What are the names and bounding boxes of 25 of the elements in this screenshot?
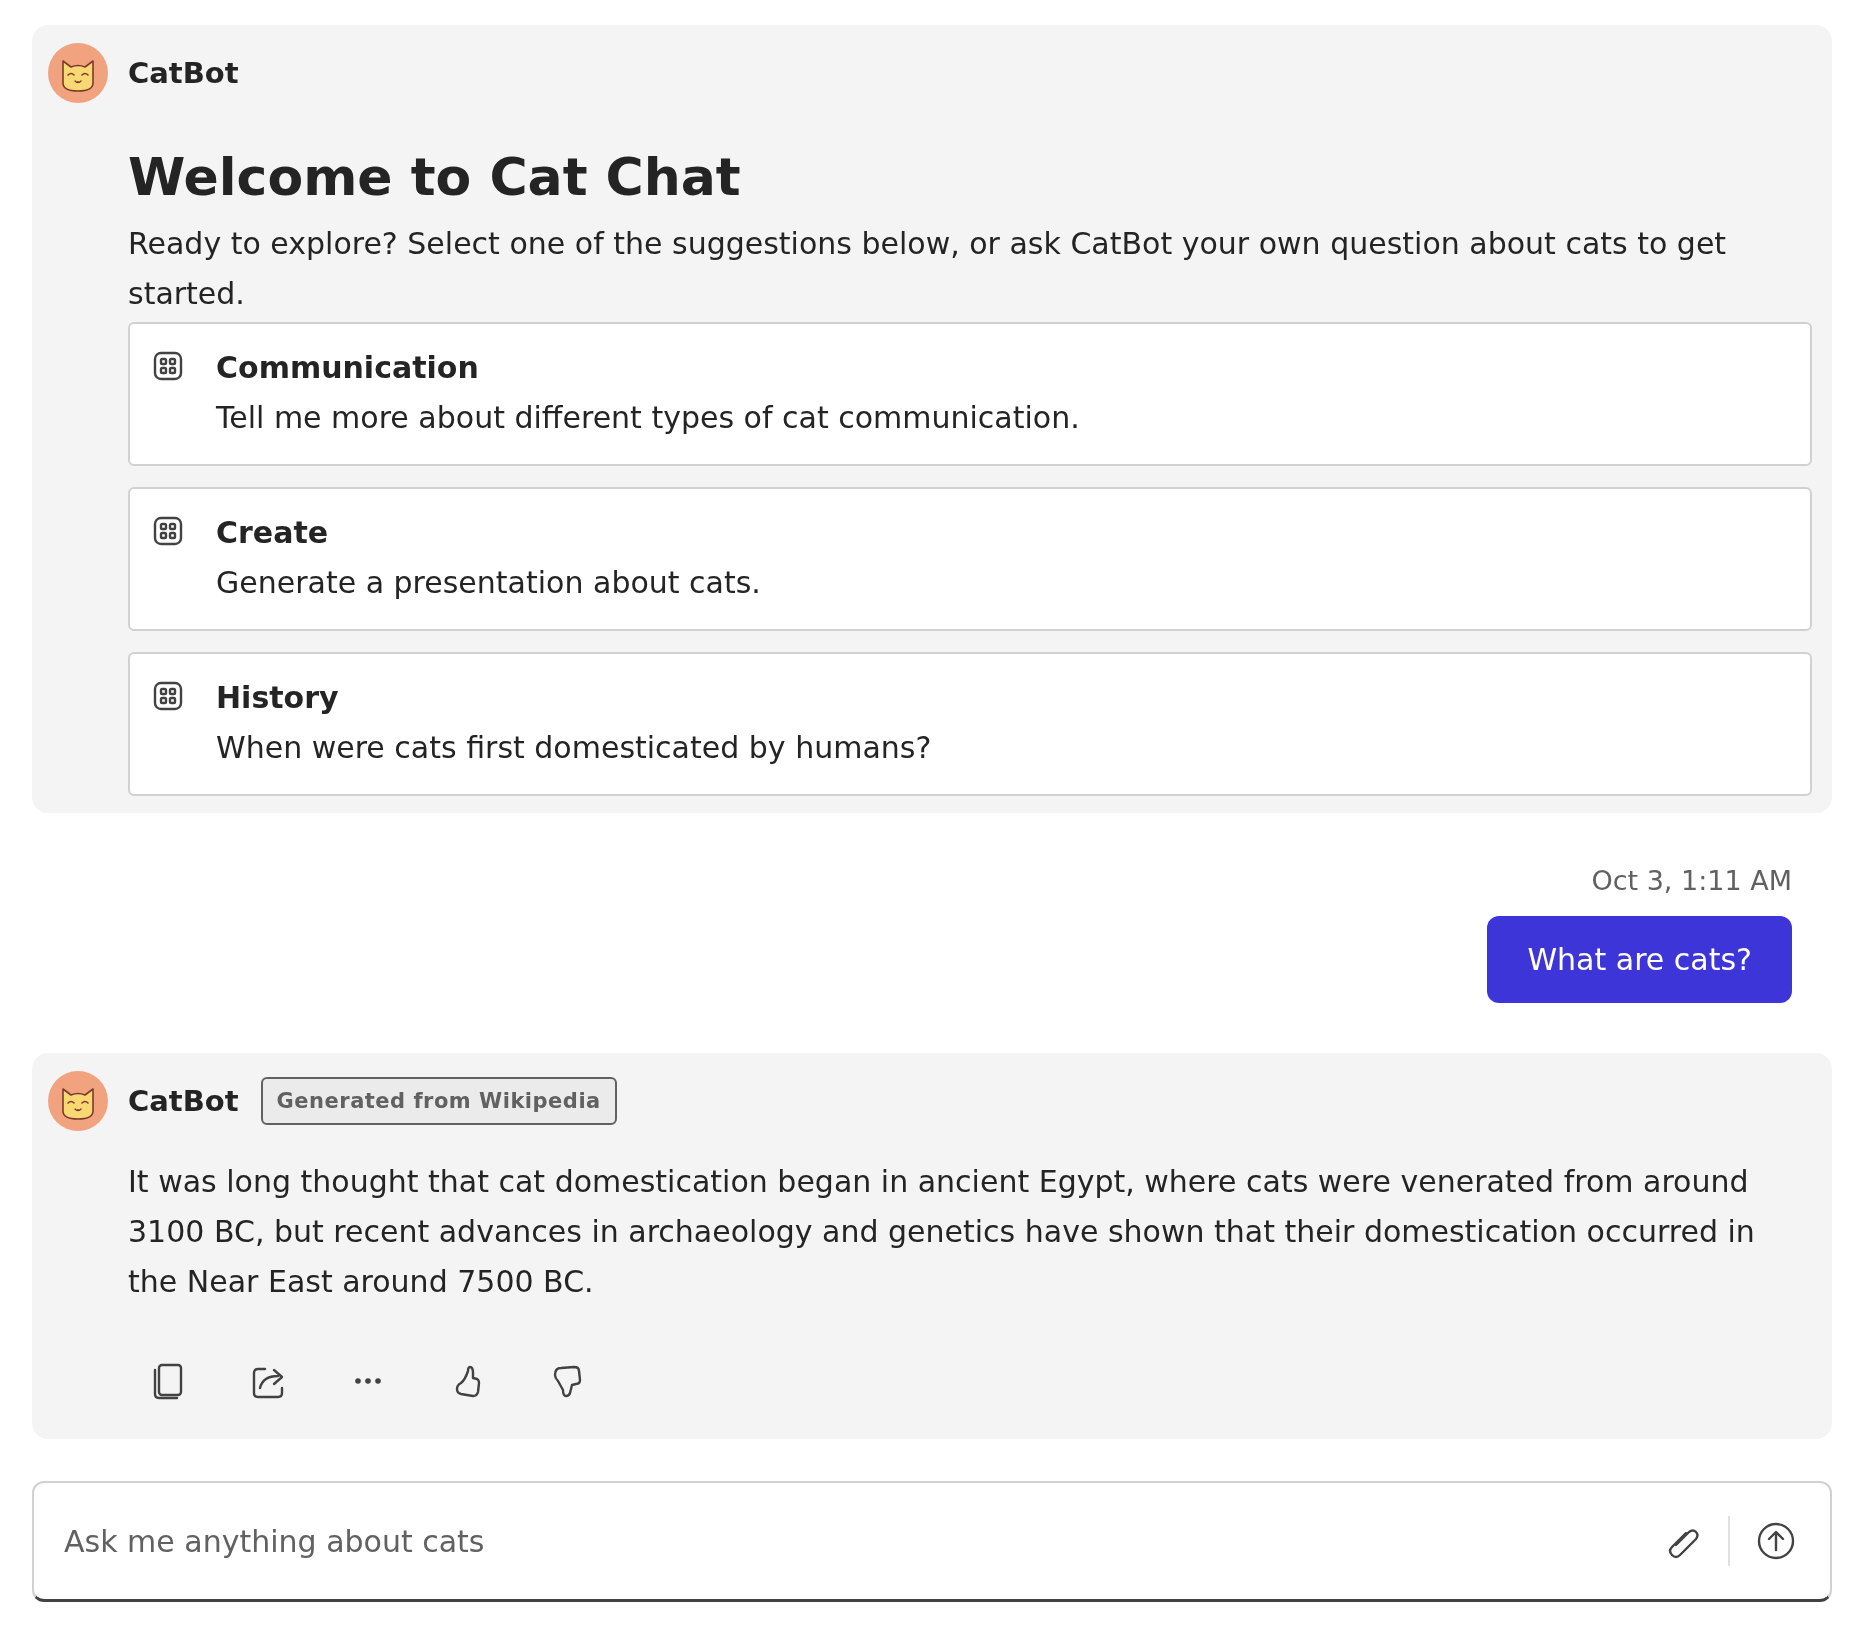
- suggestion-card[interactable]: Create Generate a presentation about cats.: [128, 487, 1812, 631]
- suggestion-text: Tell me more about different types of cat communication.: [216, 399, 1081, 437]
- suggestion-text: When were cats first domesticated by humans?: [216, 729, 933, 767]
- suggestion-title: Create: [216, 514, 330, 552]
- suggestion-title: History: [216, 679, 340, 717]
- suggestion-title: Communication: [216, 349, 480, 387]
- sender-name: CatBot: [128, 56, 239, 90]
- sender-name: CatBot: [128, 1084, 239, 1118]
- message-input[interactable]: Ask me anything about cats: [62, 1522, 1658, 1560]
- avatar-icon: [48, 1071, 108, 1131]
- message-text: It was long thought that cat domestication began in ancient Egypt, where cats were venerated from around 3100 BC, but recent advances in archaeology and genetics have shown that their domestication occurred in the Near East around 7500 BC.: [128, 1163, 1756, 1301]
- suggestion-card[interactable]: Communication Tell me more about different types of cat communication.: [128, 322, 1812, 466]
- message-bubble: What are cats?: [1487, 916, 1792, 1003]
- welcome-title: Welcome to Cat Chat: [128, 147, 742, 207]
- source-badge: Generated from Wikipedia: [260, 1077, 617, 1125]
- avatar-icon: [48, 43, 108, 103]
- grid-icon: [152, 350, 184, 382]
- welcome-text: Ready to explore? Select one of the suggestions below, or ask CatBot your own question about cats to get started.: [128, 225, 1728, 313]
- grid-icon: [152, 680, 184, 712]
- grid-icon: [152, 515, 184, 547]
- timestamp: Oct 3, 1:11 AM: [1591, 865, 1792, 896]
- suggestion-card[interactable]: History When were cats first domesticated by humans?: [128, 652, 1812, 796]
- send-icon[interactable]: [1756, 1521, 1796, 1561]
- message-field[interactable]: Ask me anything about cats: [32, 1481, 1832, 1602]
- suggestion-text: Generate a presentation about cats.: [216, 564, 762, 602]
